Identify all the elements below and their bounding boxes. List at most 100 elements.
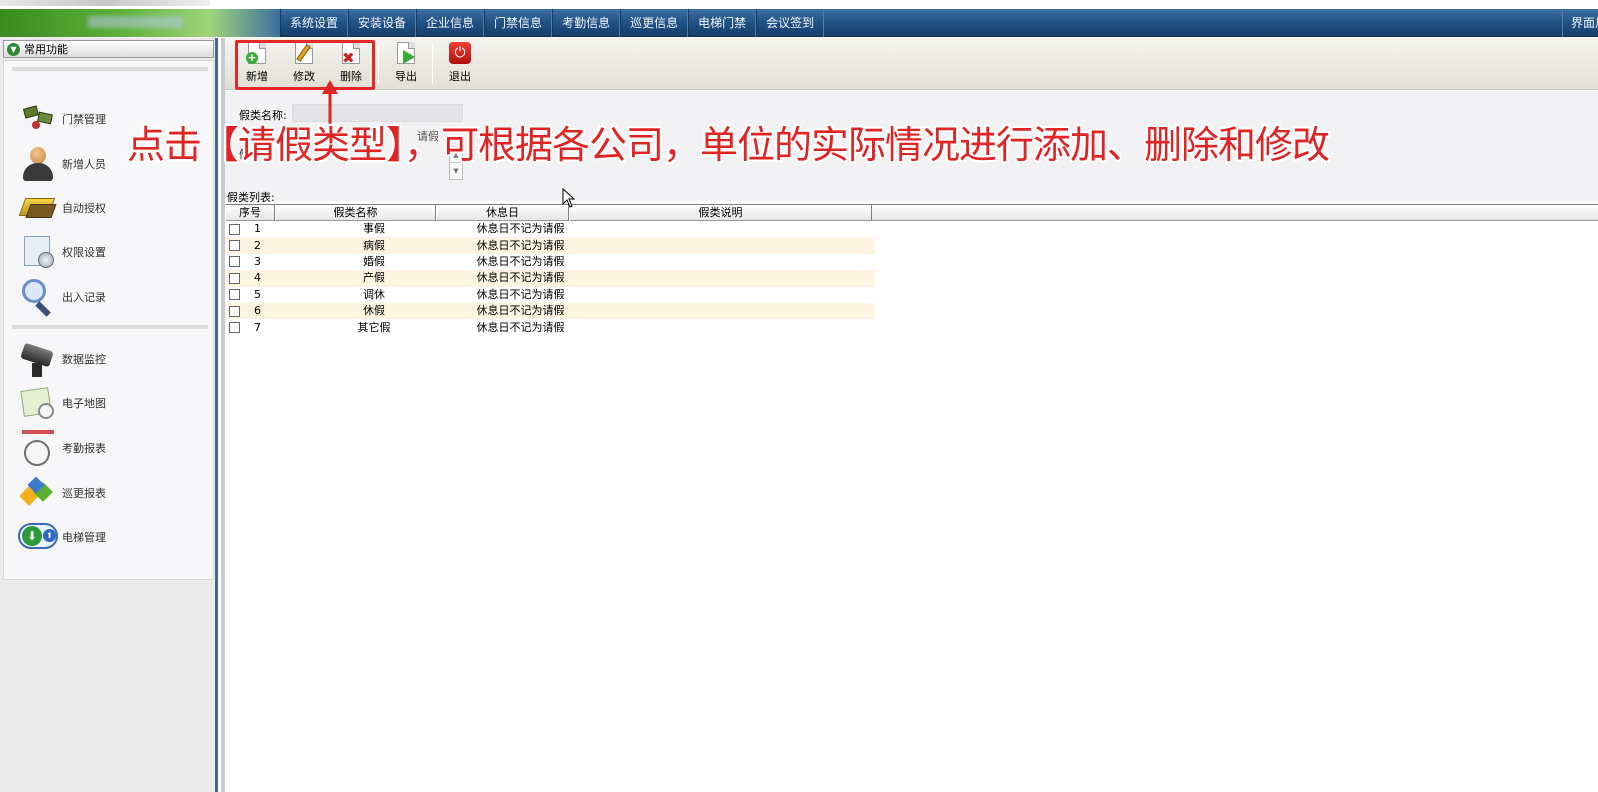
table-row[interactable]: 7 其它假 休息日不记为请假	[225, 319, 875, 336]
row-checkbox[interactable]	[229, 322, 240, 334]
cell-rest-day: 休息日不记为请假	[476, 287, 565, 301]
nav-item-elevator-access[interactable]: 电梯门禁	[688, 9, 757, 37]
cell-name: 调休	[363, 287, 385, 301]
door-access-icon	[18, 99, 58, 139]
row-checkbox[interactable]	[229, 305, 240, 317]
sidebar-item-label: 自动授权	[62, 202, 106, 215]
cell-name: 事假	[363, 222, 385, 236]
top-nav-bar: 系统设置 安装设备 企业信息 门禁信息 考勤信息 巡更信息 电梯门禁 会议签到 …	[0, 9, 1598, 37]
sidebar-item-patrol-report[interactable]: 巡更报表	[18, 472, 106, 514]
cell-rest-day: 休息日不记为请假	[476, 238, 565, 252]
cell-index: 3	[254, 254, 261, 268]
person-icon	[18, 144, 58, 184]
leave-type-table: 序号 假类名称 休息日 假类说明 1 事假 休息日不记为请假 2 病假 休息日不…	[225, 204, 1598, 336]
mouse-cursor-icon	[562, 188, 576, 208]
sidebar-item-add-person[interactable]: 新增人员	[18, 143, 106, 185]
clock-icon	[18, 428, 58, 468]
nav-item-attendance-info[interactable]: 考勤信息	[552, 9, 621, 37]
annotation-text: 点击【请假类型】，可根据各公司，单位的实际情况进行添加、删除和修改	[127, 123, 1330, 167]
column-header-name[interactable]: 假类名称	[275, 205, 436, 221]
column-header-index[interactable]: 序号	[225, 205, 275, 221]
exit-button-label: 退出	[449, 70, 471, 83]
nav-item-meeting-signin[interactable]: 会议签到	[756, 9, 825, 37]
nav-item-company-info[interactable]: 企业信息	[416, 9, 485, 37]
nav-item-patrol-info[interactable]: 巡更信息	[620, 9, 689, 37]
cell-name: 休假	[363, 304, 385, 318]
new-button[interactable]: + 新增	[235, 42, 279, 88]
sidebar-divider	[12, 67, 208, 71]
nav-item-access-info[interactable]: 门禁信息	[484, 9, 553, 37]
cell-name: 病假	[363, 238, 385, 252]
leave-type-list-label: 假类列表:	[227, 191, 275, 204]
toolbar: + 新增 修改 ✖ 删除 导出 ⏻ 退出	[225, 38, 1598, 90]
sidebar-item-e-map[interactable]: 电子地图	[18, 382, 106, 424]
sidebar-item-label: 门禁管理	[62, 113, 106, 126]
nav-item-install-devices[interactable]: 安装设备	[348, 9, 417, 37]
sidebar-item-label: 权限设置	[62, 246, 106, 259]
sidebar-divider	[12, 325, 208, 329]
cell-name: 其它假	[357, 320, 391, 334]
sidebar-item-auto-authorize[interactable]: 自动授权	[18, 187, 106, 229]
export-button[interactable]: 导出	[384, 42, 428, 88]
sidebar-item-attendance-report[interactable]: 考勤报表	[18, 427, 106, 469]
leave-type-name-label: 假类名称:	[239, 109, 287, 122]
elevator-icon: ⬇ ⬆	[18, 517, 58, 557]
sidebar-item-label: 巡更报表	[62, 487, 106, 500]
cell-index: 2	[254, 238, 261, 252]
top-strip	[0, 0, 1598, 9]
sidebar-item-label: 出入记录	[62, 291, 106, 304]
card-icon	[18, 188, 58, 228]
column-header-rest-day[interactable]: 休息日	[436, 205, 569, 221]
sidebar-header[interactable]: ▼ 常用功能	[3, 40, 214, 58]
map-icon	[18, 383, 58, 423]
row-checkbox[interactable]	[229, 240, 240, 252]
row-checkbox[interactable]	[229, 256, 240, 268]
sidebar-item-label: 电子地图	[62, 397, 106, 410]
table-row[interactable]: 1 事假 休息日不记为请假	[225, 221, 875, 238]
table-row[interactable]: 5 调休 休息日不记为请假	[225, 286, 875, 303]
table-body: 1 事假 休息日不记为请假 2 病假 休息日不记为请假 3 婚假 休息日不记为请…	[225, 221, 1598, 336]
export-button-label: 导出	[395, 70, 417, 83]
sidebar-item-label: 电梯管理	[62, 531, 106, 544]
chevron-down-icon[interactable]: ▼	[7, 42, 20, 56]
window-title-blur	[0, 0, 210, 6]
delete-x-icon: ✖	[340, 42, 362, 66]
table-header: 序号 假类名称 休息日 假类说明	[225, 204, 1598, 221]
sidebar-item-access-records[interactable]: 出入记录	[18, 276, 106, 318]
cell-index: 4	[254, 271, 261, 285]
nav-menu: 系统设置 安装设备 企业信息 门禁信息 考勤信息 巡更信息 电梯门禁 会议签到	[280, 9, 825, 37]
power-icon: ⏻	[449, 42, 471, 66]
row-checkbox[interactable]	[229, 272, 240, 284]
table-row[interactable]: 6 休假 休息日不记为请假	[225, 302, 875, 320]
table-row[interactable]: 2 病假 休息日不记为请假	[225, 237, 875, 254]
edit-pencil-icon	[293, 42, 315, 66]
patrol-icon	[18, 473, 58, 513]
cell-name: 产假	[363, 271, 385, 285]
nav-item-ui-style[interactable]: 界面风格	[1562, 9, 1598, 37]
logo	[0, 9, 280, 37]
cell-rest-day: 休息日不记为请假	[476, 271, 565, 285]
table-row[interactable]: 4 产假 休息日不记为请假	[225, 270, 875, 287]
sidebar-header-label: 常用功能	[24, 43, 68, 56]
new-button-label: 新增	[246, 70, 268, 83]
exit-button[interactable]: ⏻ 退出	[438, 42, 482, 88]
toolbar-separator	[378, 44, 379, 84]
sidebar-item-data-monitor[interactable]: 数据监控	[18, 338, 106, 380]
row-checkbox[interactable]	[229, 223, 240, 235]
cell-rest-day: 休息日不记为请假	[476, 222, 565, 236]
column-header-description[interactable]: 假类说明	[569, 205, 872, 221]
cell-index: 5	[254, 287, 261, 301]
magnifier-icon	[18, 277, 58, 317]
sidebar-item-label: 数据监控	[62, 353, 106, 366]
camera-icon	[18, 339, 58, 379]
cell-name: 婚假	[363, 254, 385, 268]
nav-item-system-settings[interactable]: 系统设置	[280, 9, 349, 37]
row-checkbox[interactable]	[229, 289, 240, 301]
logo-text	[88, 16, 183, 28]
sidebar-item-permissions[interactable]: 权限设置	[18, 231, 106, 273]
table-row[interactable]: 3 婚假 休息日不记为请假	[225, 253, 875, 271]
sidebar-item-elevator-management[interactable]: ⬇ ⬆ 电梯管理	[18, 516, 106, 558]
toolbar-separator	[432, 44, 433, 84]
sidebar-item-label: 新增人员	[62, 158, 106, 171]
sidebar-item-door-access[interactable]: 门禁管理	[18, 98, 106, 140]
